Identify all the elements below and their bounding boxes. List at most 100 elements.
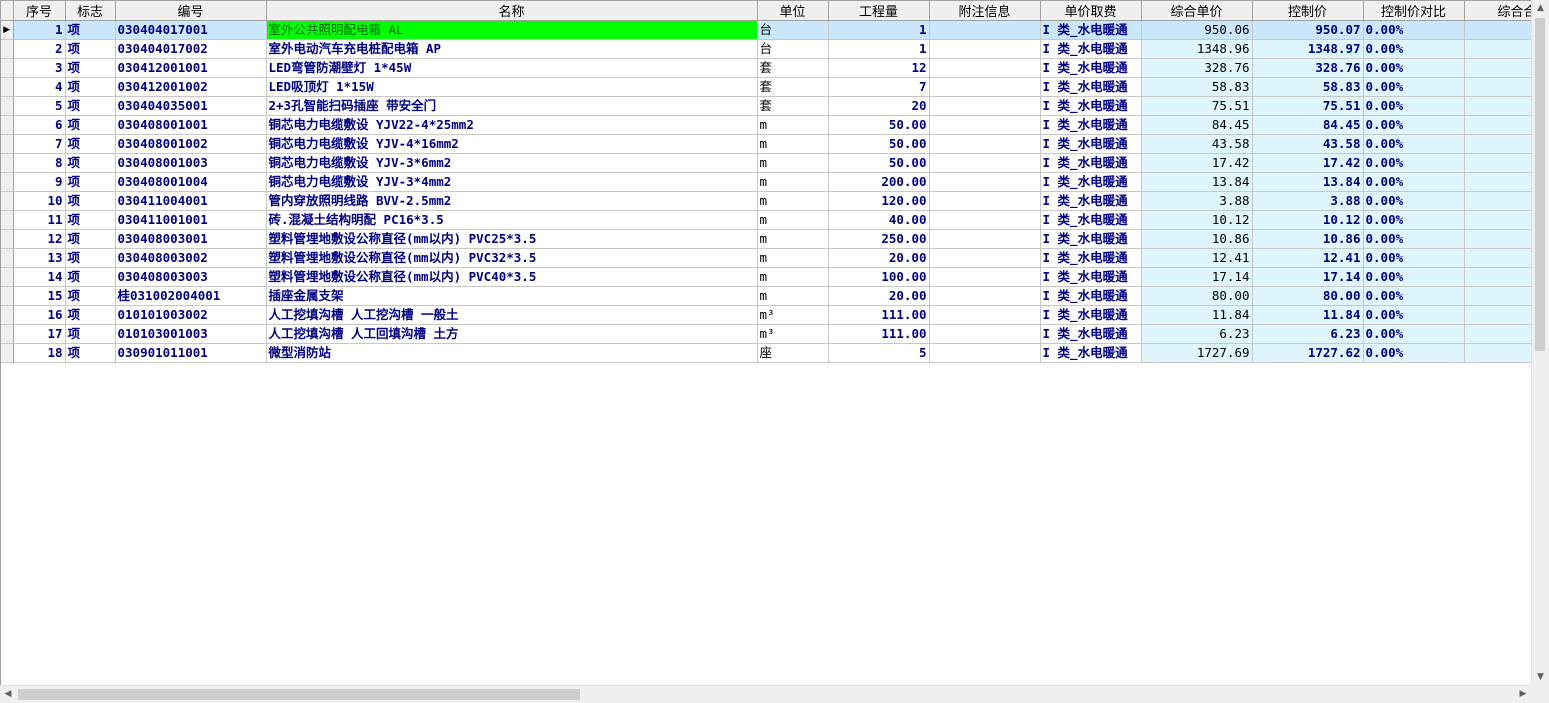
row-header[interactable]: [1, 267, 14, 287]
cell-quantity[interactable]: 50.00: [828, 134, 930, 154]
scroll-right-icon[interactable]: ▶: [1515, 686, 1531, 703]
header-unit-price[interactable]: 综合单价: [1141, 1, 1253, 21]
cell-unit[interactable]: 座: [757, 343, 829, 363]
cell-quantity[interactable]: 20.00: [828, 286, 930, 306]
cell-code[interactable]: 030404017001: [115, 20, 267, 40]
cell-quantity[interactable]: 50.00: [828, 115, 930, 135]
cell-control-ratio[interactable]: 0.00%: [1363, 20, 1465, 40]
header-fee[interactable]: 单价取费: [1040, 1, 1142, 21]
cell-code[interactable]: 桂031002004001: [115, 286, 267, 306]
cell-seq[interactable]: 18: [13, 343, 66, 363]
row-header[interactable]: [1, 134, 14, 154]
cell-note[interactable]: [929, 267, 1041, 287]
cell-unit-price[interactable]: 84.45: [1141, 115, 1253, 135]
cell-flag[interactable]: 项: [65, 172, 116, 192]
cell-flag[interactable]: 项: [65, 286, 116, 306]
cell-code[interactable]: 030404017002: [115, 39, 267, 59]
cell-note[interactable]: [929, 229, 1041, 249]
cell-flag[interactable]: 项: [65, 248, 116, 268]
cell-code[interactable]: 030412001001: [115, 58, 267, 78]
cell-note[interactable]: [929, 134, 1041, 154]
cell-quantity[interactable]: 7: [828, 77, 930, 97]
cell-seq[interactable]: 8: [13, 153, 66, 173]
header-quantity[interactable]: 工程量: [828, 1, 930, 21]
cell-unit-price[interactable]: 11.84: [1141, 305, 1253, 325]
cell-control-price[interactable]: 1727.62: [1252, 343, 1364, 363]
cell-code[interactable]: 030408001002: [115, 134, 267, 154]
row-header[interactable]: [1, 305, 14, 325]
cell-name[interactable]: 管内穿放照明线路 BVV-2.5mm2: [266, 191, 758, 211]
cell-control-ratio[interactable]: 0.00%: [1363, 39, 1465, 59]
cell-control-ratio[interactable]: 0.00%: [1363, 58, 1465, 78]
cell-seq[interactable]: 4: [13, 77, 66, 97]
cell-note[interactable]: [929, 58, 1041, 78]
cell-quantity[interactable]: 111.00: [828, 305, 930, 325]
cell-control-price[interactable]: 12.41: [1252, 248, 1364, 268]
cell-unit-price[interactable]: 17.42: [1141, 153, 1253, 173]
cell-control-ratio[interactable]: 0.00%: [1363, 267, 1465, 287]
table-row[interactable]: ▶ 1 项 030404017001 室外公共照明配电箱 AL 台 1 I 类_水电暖通 950…: [1, 20, 1531, 40]
cell-total[interactable]: [1464, 191, 1531, 211]
cell-flag[interactable]: 项: [65, 77, 116, 97]
scroll-down-icon[interactable]: ▼: [1532, 669, 1549, 685]
cell-total[interactable]: [1464, 210, 1531, 230]
cell-name[interactable]: 人工挖填沟槽 人工回填沟槽 土方: [266, 324, 758, 344]
header-flag[interactable]: 标志: [65, 1, 116, 21]
cell-total[interactable]: 1: [1464, 305, 1531, 325]
cell-note[interactable]: [929, 210, 1041, 230]
cell-quantity[interactable]: 40.00: [828, 210, 930, 230]
cell-seq[interactable]: 6: [13, 115, 66, 135]
row-header[interactable]: [1, 39, 14, 59]
cell-seq[interactable]: 1: [13, 20, 66, 40]
cell-unit-price[interactable]: 1348.96: [1141, 39, 1253, 59]
cell-total[interactable]: 2: [1464, 172, 1531, 192]
table-row[interactable]: 2 项 030404017002 室外电动汽车充电桩配电箱 AP 台 1 I 类_水电暖通 1…: [1, 39, 1531, 59]
cell-flag[interactable]: 项: [65, 229, 116, 249]
cell-total[interactable]: 1: [1464, 267, 1531, 287]
cell-fee[interactable]: I 类_水电暖通: [1040, 115, 1142, 135]
cell-quantity[interactable]: 50.00: [828, 153, 930, 173]
cell-note[interactable]: [929, 286, 1041, 306]
cell-name[interactable]: 室外电动汽车充电桩配电箱 AP: [266, 39, 758, 59]
cell-name[interactable]: 塑料管埋地敷设公称直径(mm以内) PVC25*3.5: [266, 229, 758, 249]
cell-unit[interactable]: m: [757, 134, 829, 154]
cell-total[interactable]: 2: [1464, 134, 1531, 154]
cell-control-ratio[interactable]: 0.00%: [1363, 286, 1465, 306]
cell-name[interactable]: 铜芯电力电缆敷设 YJV22-4*25mm2: [266, 115, 758, 135]
cell-unit-price[interactable]: 3.88: [1141, 191, 1253, 211]
cell-name[interactable]: 铜芯电力电缆敷设 YJV-4*16mm2: [266, 134, 758, 154]
row-header[interactable]: [1, 248, 14, 268]
cell-fee[interactable]: I 类_水电暖通: [1040, 305, 1142, 325]
cell-flag[interactable]: 项: [65, 39, 116, 59]
cell-total[interactable]: 1: [1464, 96, 1531, 116]
cell-note[interactable]: [929, 324, 1041, 344]
cell-control-ratio[interactable]: 0.00%: [1363, 96, 1465, 116]
cell-total[interactable]: [1464, 77, 1531, 97]
cell-name[interactable]: LED弯管防潮壁灯 1*45W: [266, 58, 758, 78]
cell-control-ratio[interactable]: 0.00%: [1363, 248, 1465, 268]
cell-control-price[interactable]: 10.86: [1252, 229, 1364, 249]
cell-seq[interactable]: 10: [13, 191, 66, 211]
row-header[interactable]: [1, 324, 14, 344]
row-header[interactable]: [1, 210, 14, 230]
cell-unit[interactable]: m: [757, 153, 829, 173]
vertical-scroll-thumb[interactable]: [1535, 18, 1545, 351]
cell-seq[interactable]: 17: [13, 324, 66, 344]
cell-control-price[interactable]: 13.84: [1252, 172, 1364, 192]
header-unit[interactable]: 单位: [757, 1, 829, 21]
cell-unit-price[interactable]: 58.83: [1141, 77, 1253, 97]
cell-code[interactable]: 030408003001: [115, 229, 267, 249]
table-row[interactable]: 11 项 030411001001 砖.混凝土结构明配 PC16*3.5 m 40.00 I…: [1, 210, 1531, 230]
cell-unit-price[interactable]: 13.84: [1141, 172, 1253, 192]
cell-code[interactable]: 030901011001: [115, 343, 267, 363]
cell-flag[interactable]: 项: [65, 20, 116, 40]
cell-unit[interactable]: m³: [757, 305, 829, 325]
cell-flag[interactable]: 项: [65, 134, 116, 154]
cell-unit-price[interactable]: 43.58: [1141, 134, 1253, 154]
table-row[interactable]: 13 项 030408003002 塑料管埋地敷设公称直径(mm以内) PVC32*3…: [1, 248, 1531, 268]
cell-control-ratio[interactable]: 0.00%: [1363, 229, 1465, 249]
cell-name[interactable]: 室外公共照明配电箱 AL: [266, 20, 758, 40]
cell-name[interactable]: LED吸顶灯 1*15W: [266, 77, 758, 97]
cell-unit[interactable]: m: [757, 172, 829, 192]
cell-total[interactable]: 1: [1464, 39, 1531, 59]
